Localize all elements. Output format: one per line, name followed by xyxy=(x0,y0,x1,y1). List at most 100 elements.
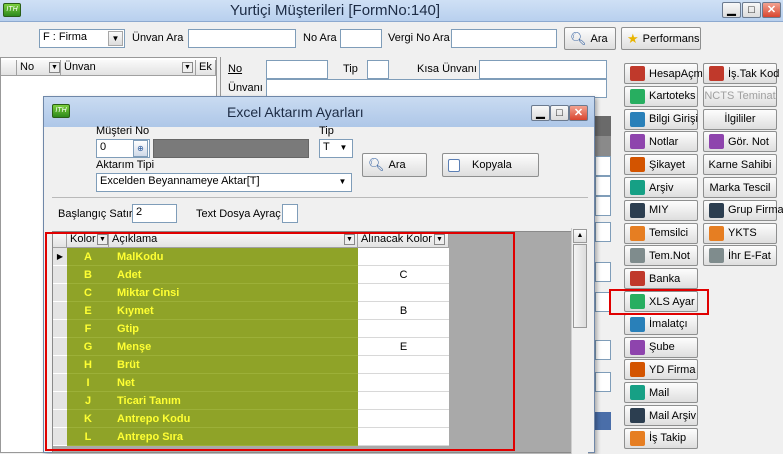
baslangic-satir-value: 2 xyxy=(136,206,143,218)
side-button-label: HesapAçm xyxy=(649,67,703,80)
detail-field[interactable] xyxy=(595,156,611,176)
chevron-down-icon[interactable]: ▼ xyxy=(336,141,351,156)
list-header-no-label: No xyxy=(20,61,35,73)
filter-select[interactable]: F : Firma ▼ xyxy=(39,29,125,48)
side-button-yd-firma[interactable]: YD Firma xyxy=(624,359,698,381)
side-button-label: Mail Arşiv xyxy=(649,409,697,422)
bank-icon xyxy=(630,271,645,287)
aktarim-tipi-select[interactable]: Excelden Beyannameye Aktar[T] ▼ xyxy=(96,173,352,192)
unvan-ara-input[interactable] xyxy=(188,29,296,48)
side-button-mail-arşiv[interactable]: Mail Arşiv xyxy=(624,405,698,426)
side-button-i-ş-takip[interactable]: İş Takip xyxy=(624,427,698,449)
side-button-ykts[interactable]: YKTS xyxy=(703,222,777,244)
side-button-banka[interactable]: Banka xyxy=(624,268,698,290)
tip-select[interactable]: T ▼ xyxy=(319,139,353,158)
grid-highlight xyxy=(45,232,515,451)
performans-button[interactable]: ★ Performans xyxy=(621,27,701,50)
vergi-no-ara-input[interactable] xyxy=(451,29,557,48)
detail-field[interactable] xyxy=(595,372,611,392)
group-icon xyxy=(709,202,724,218)
minimize-button[interactable]: ▁ xyxy=(722,2,741,18)
scroll-thumb[interactable] xyxy=(573,244,587,328)
grid-scrollbar[interactable]: ▲ xyxy=(571,228,588,454)
side-button-hesapaçm[interactable]: HesapAçm xyxy=(624,63,703,84)
side-button-notlar[interactable]: Notlar xyxy=(624,131,698,153)
detail-field[interactable] xyxy=(595,222,611,242)
copy-icon xyxy=(448,158,460,172)
kopyala-button[interactable]: Kopyala xyxy=(442,153,539,177)
check-icon xyxy=(709,225,724,241)
complaint-icon xyxy=(630,157,645,173)
side-button-kartoteks[interactable]: Kartoteks xyxy=(624,85,698,107)
detail-no-input[interactable] xyxy=(266,60,328,79)
chevron-down-icon[interactable]: ▼ xyxy=(49,62,60,73)
side-button-miy[interactable]: MIY xyxy=(624,199,698,221)
side-button-şikayet[interactable]: Şikayet xyxy=(624,154,698,176)
list-header-ek[interactable]: Ek xyxy=(196,60,216,76)
detail-field[interactable] xyxy=(595,262,611,282)
detail-tip-input[interactable] xyxy=(367,60,389,79)
side-button-mail[interactable]: Mail xyxy=(624,382,698,404)
app-logo-icon: ІТН xyxy=(3,3,21,17)
detail-field[interactable] xyxy=(595,196,611,216)
side-button-karne-sahibi[interactable]: Karne Sahibi xyxy=(703,154,777,176)
side-button-bilgi-girişi[interactable]: Bilgi Girişi xyxy=(624,108,698,130)
side-button-şube[interactable]: Şube xyxy=(624,336,698,358)
people-icon xyxy=(630,225,645,241)
baslangic-satir-input[interactable]: 2 xyxy=(132,204,177,223)
scroll-up-icon[interactable]: ▲ xyxy=(573,229,587,243)
text-dosya-ayrac-input[interactable] xyxy=(282,204,298,223)
side-button-i-malatçı[interactable]: İmalatçı xyxy=(624,313,698,335)
list-header-unvan[interactable]: Ünvan xyxy=(61,60,196,76)
side-button-label: Şikayet xyxy=(649,158,686,171)
car-icon xyxy=(630,88,645,104)
no-ara-input[interactable] xyxy=(340,29,382,48)
view-note-icon xyxy=(709,134,724,150)
side-button-ncts-teminat[interactable]: NCTS Teminat xyxy=(703,85,777,107)
side-button-i-hr-e-fat[interactable]: İhr E-Fat xyxy=(703,245,777,267)
divider xyxy=(52,197,588,198)
chevron-down-icon[interactable]: ▼ xyxy=(182,62,193,73)
side-button-arşiv[interactable]: Arşiv xyxy=(624,177,698,198)
dialog-ara-label: Ara xyxy=(388,159,406,171)
filter-select-value: F : Firma xyxy=(43,31,87,43)
side-button-label: İş.Tak Kod xyxy=(728,67,780,80)
side-button-tem-not[interactable]: Tem.Not xyxy=(624,245,698,267)
side-button-i-ş-tak-kod[interactable]: İş.Tak Kod xyxy=(703,63,780,84)
musteri-name-field xyxy=(153,139,309,158)
side-button-label: Şube xyxy=(649,341,675,354)
foreign-company-icon xyxy=(630,362,645,378)
detail-kisa-unvan-label: Kısa Ünvanı xyxy=(417,63,477,75)
side-button-label: Bilgi Girişi xyxy=(649,113,698,126)
app-logo-icon: ІТН xyxy=(52,104,70,118)
dialog-ara-button[interactable]: 🔍︎ Ara xyxy=(362,153,427,177)
branch-icon xyxy=(630,339,645,355)
side-button-marka-tescil[interactable]: Marka Tescil xyxy=(703,177,777,198)
list-header-unvan-label: Ünvan xyxy=(64,61,96,73)
dialog-minimize-button[interactable]: ▁ xyxy=(531,105,550,121)
side-button-label: İhr E-Fat xyxy=(728,249,771,262)
detail-field[interactable] xyxy=(595,176,611,196)
side-button-label: MIY xyxy=(649,204,669,217)
search-button[interactable]: 🔍︎ Ara xyxy=(564,27,616,50)
close-button[interactable]: ✕ xyxy=(762,2,781,18)
detail-kisa-unvan-input[interactable] xyxy=(479,60,607,79)
chevron-down-icon[interactable]: ▼ xyxy=(335,175,350,190)
no-ara-label: No Ara xyxy=(303,32,337,44)
invoice-icon xyxy=(709,248,724,264)
mail-icon xyxy=(630,385,645,401)
side-button-grup-firma[interactable]: Grup Firma xyxy=(703,199,783,221)
side-button-i-lgililer[interactable]: İlgililer xyxy=(703,108,777,130)
text-dosya-ayrac-label: Text Dosya Ayraç xyxy=(196,208,281,220)
dialog-close-button[interactable]: ✕ xyxy=(569,105,588,121)
side-button-gör-not[interactable]: Gör. Not xyxy=(703,131,777,153)
side-button-label: Marka Tescil xyxy=(709,181,771,194)
dialog-maximize-button[interactable]: □ xyxy=(550,105,569,121)
side-button-label: NCTS Teminat xyxy=(704,90,776,103)
maximize-button[interactable]: □ xyxy=(742,2,761,18)
lookup-icon[interactable]: ⊕ xyxy=(133,140,148,157)
archive-icon xyxy=(630,180,645,195)
chevron-down-icon[interactable]: ▼ xyxy=(108,31,123,46)
side-button-temsilci[interactable]: Temsilci xyxy=(624,222,698,244)
detail-field[interactable] xyxy=(595,340,611,360)
